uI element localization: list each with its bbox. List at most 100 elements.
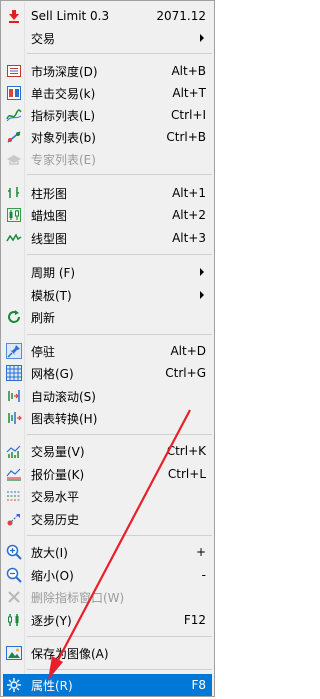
menu-item-grid[interactable]: 网格(G) Ctrl+G: [3, 362, 212, 384]
menu-item-label: 周期 (F): [31, 265, 76, 280]
one-click-trading-icon: [6, 85, 22, 101]
menu-item-label: 交易历史: [31, 512, 80, 527]
menu-item-label: 交易水平: [31, 489, 80, 504]
menu-item-refresh[interactable]: 刷新: [3, 306, 212, 328]
pin-icon: [6, 343, 22, 359]
shortcut: Ctrl+I: [171, 108, 206, 122]
menu-item-sell-limit[interactable]: Sell Limit 0.3 2071.12: [3, 5, 212, 27]
menu-item-step[interactable]: 逐步(Y) F12: [3, 609, 212, 631]
indicators-list-icon: [6, 107, 22, 123]
candlestick-icon: [6, 207, 22, 223]
menu-item-label: 刷新: [31, 310, 56, 325]
menu-item-line-chart[interactable]: 线型图 Alt+3: [3, 227, 212, 249]
menu-item-properties[interactable]: 属性(R) F8: [3, 674, 212, 696]
menu-separator: [27, 434, 212, 435]
menu-item-trade-history[interactable]: 交易历史: [3, 508, 212, 530]
shortcut: F8: [191, 678, 206, 692]
line-chart-icon: [6, 230, 22, 246]
shortcut: Ctrl+K: [166, 444, 206, 458]
menu-item-indicators-list[interactable]: 指标列表(L) Ctrl+I: [3, 104, 212, 126]
menu-item-one-click-trading[interactable]: 单击交易(k) Alt+T: [3, 82, 212, 104]
order-price: 2071.12: [156, 9, 206, 23]
menu-item-trade-levels[interactable]: 交易水平: [3, 485, 212, 507]
menu-separator: [27, 535, 212, 536]
expert-hat-icon: [6, 151, 22, 167]
menu-item-label: 放大(I): [31, 545, 68, 560]
menu-item-label: 线型图: [31, 231, 68, 246]
menu-item-ask-line[interactable]: 报价量(K) Ctrl+L: [3, 463, 212, 485]
menu-item-save-as-image[interactable]: 保存为图像(A): [3, 642, 212, 664]
menu-item-label: 单击交易(k): [31, 86, 96, 101]
shortcut: F12: [183, 613, 206, 627]
menu-item-label: 报价量(K): [31, 467, 85, 482]
zoom-in-icon: [6, 544, 22, 560]
shortcut: Ctrl+G: [165, 366, 206, 380]
sell-order-icon: [6, 8, 22, 24]
menu-item-label: 交易量(V): [31, 444, 85, 459]
menu-item-label: 保存为图像(A): [31, 646, 109, 661]
menu-separator: [27, 53, 212, 54]
menu-item-label: 删除指标窗口(W): [31, 590, 125, 605]
menu-item-label: 网格(G): [31, 366, 74, 381]
menu-item-label: 自动滚动(S): [31, 389, 96, 404]
objects-list-icon: [6, 129, 22, 145]
volume-icon: [6, 443, 22, 459]
menu-item-period[interactable]: 周期 (F): [3, 261, 212, 283]
menu-item-label: 柱形图: [31, 186, 68, 201]
menu-item-label: Sell Limit 0.3: [31, 9, 110, 23]
chart-shift-icon: [6, 410, 22, 426]
picture-icon: [6, 645, 22, 661]
menu-item-label: 蜡烛图: [31, 208, 68, 223]
menu-item-zoom-in[interactable]: 放大(I) +: [3, 541, 212, 563]
menu-item-label: 缩小(O): [31, 568, 74, 583]
menu-item-objects-list[interactable]: 对象列表(b) Ctrl+B: [3, 126, 212, 148]
menu-separator: [27, 174, 212, 175]
menu-item-template[interactable]: 模板(T): [3, 284, 212, 306]
shortcut: Alt+3: [172, 231, 206, 245]
menu-item-trade[interactable]: 交易: [3, 27, 212, 49]
market-depth-icon: [6, 63, 22, 79]
shortcut: Ctrl+L: [167, 467, 206, 481]
zoom-out-icon: [6, 567, 22, 583]
menu-item-zoom-out[interactable]: 缩小(O) -: [3, 564, 212, 586]
menu-item-label: 逐步(Y): [31, 613, 72, 628]
menu-item-candle-chart[interactable]: 蜡烛图 Alt+2: [3, 204, 212, 226]
chart-context-menu: Sell Limit 0.3 2071.12 交易 市场深度(D) Alt+B …: [0, 0, 215, 697]
menu-separator: [27, 636, 212, 637]
autoscroll-icon: [6, 388, 22, 404]
menu-item-label: 交易: [31, 31, 56, 46]
grid-icon: [6, 365, 22, 381]
menu-separator: [27, 669, 212, 670]
submenu-arrow-icon: [200, 34, 204, 42]
shortcut: -: [201, 568, 206, 582]
submenu-arrow-icon: [200, 291, 204, 299]
bar-chart-icon: [6, 185, 22, 201]
menu-item-bar-chart[interactable]: 柱形图 Alt+1: [3, 182, 212, 204]
menu-item-delete-indicator-window: 删除指标窗口(W): [3, 586, 212, 608]
shortcut: Alt+T: [172, 86, 206, 100]
menu-item-label: 模板(T): [31, 288, 72, 303]
trade-levels-icon: [6, 488, 22, 504]
menu-separator: [27, 254, 212, 255]
menu-item-label: 对象列表(b): [31, 130, 96, 145]
menu-item-dock[interactable]: 停驻 Alt+D: [3, 340, 212, 362]
menu-item-label: 市场深度(D): [31, 64, 98, 79]
menu-item-market-depth[interactable]: 市场深度(D) Alt+B: [3, 60, 212, 82]
trade-history-icon: [6, 511, 22, 527]
menu-item-label: 指标列表(L): [31, 108, 96, 123]
menu-item-autoscroll[interactable]: 自动滚动(S): [3, 385, 212, 407]
menu-item-volume[interactable]: 交易量(V) Ctrl+K: [3, 440, 212, 462]
shortcut: Alt+D: [170, 344, 206, 358]
menu-item-experts-list: 专家列表(E): [3, 148, 212, 170]
submenu-arrow-icon: [200, 268, 204, 276]
menu-item-label: 属性(R): [31, 678, 73, 693]
menu-item-label: 图表转换(H): [31, 411, 98, 426]
menu-item-label: 专家列表(E): [31, 152, 96, 167]
refresh-icon: [6, 309, 22, 325]
gear-icon: [6, 677, 22, 693]
menu-item-chart-shift[interactable]: 图表转换(H): [3, 407, 212, 429]
shortcut: Alt+B: [171, 64, 206, 78]
delete-icon: [6, 589, 22, 605]
ask-line-icon: [6, 466, 22, 482]
shortcut: Alt+2: [172, 208, 206, 222]
